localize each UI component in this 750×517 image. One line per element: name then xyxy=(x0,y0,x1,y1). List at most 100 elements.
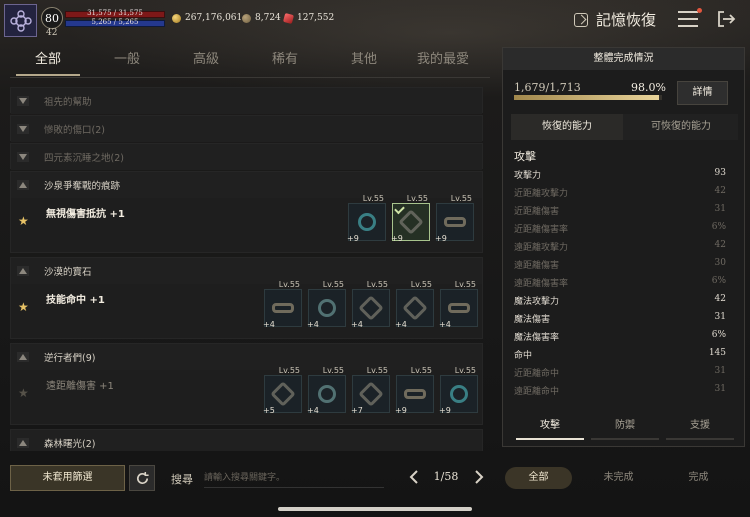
progress-percent: 98.0% xyxy=(631,81,666,94)
item-slot[interactable]: Lv.55 +9 xyxy=(347,194,386,243)
item-slot[interactable]: Lv.55 +7 xyxy=(351,366,390,415)
stat-row: 近距離命中 31 xyxy=(514,366,726,379)
item-slot[interactable]: Lv.55 +4 xyxy=(395,280,434,329)
stat-row: 近距離傷害率 6% xyxy=(514,222,726,235)
progress-count: 1,679/1,713 xyxy=(514,81,581,94)
chevron-down-icon[interactable] xyxy=(17,124,29,134)
stat-type-tabs: 攻擊 防禦 支援 xyxy=(514,418,737,440)
chevron-up-icon[interactable] xyxy=(17,266,29,276)
weapon-item-icon xyxy=(402,295,428,321)
belt-item-icon xyxy=(358,295,384,321)
gold-currency: 267,176,061 xyxy=(172,13,242,23)
group-row[interactable]: 森林曙光(2) xyxy=(10,429,483,451)
favorite-star-icon[interactable]: ★ xyxy=(18,215,30,227)
group-row[interactable]: 慘敗的傷口(2) xyxy=(10,115,483,142)
tab-restored-abilities[interactable]: 恢復的能力 xyxy=(511,114,623,140)
stat-category: 攻擊 xyxy=(514,150,536,163)
item-slot[interactable]: Lv.55 +9 xyxy=(439,366,478,415)
item-slot[interactable]: Lv.55 +4 xyxy=(307,280,346,329)
page-title: 記憶恢復 xyxy=(574,9,656,30)
silver-coin-icon xyxy=(242,13,251,23)
gem-currency: 127,552 xyxy=(282,12,335,24)
group-name: 沙泉爭奪戰的痕跡 xyxy=(44,181,121,192)
gold-coin-icon xyxy=(172,13,181,23)
player-sublevel: 42 xyxy=(46,28,58,38)
details-button[interactable]: 詳情 xyxy=(677,81,728,105)
tab-favorites[interactable]: 我的最愛 xyxy=(405,48,481,78)
notification-dot xyxy=(697,8,702,13)
stat-row: 近距離攻擊力 42 xyxy=(514,186,726,199)
group-name: 森林曙光(2) xyxy=(44,439,96,450)
tab-other[interactable]: 其他 xyxy=(326,48,402,78)
chevron-right-icon[interactable] xyxy=(471,469,485,485)
player-level: 80 xyxy=(41,7,63,29)
group-name: 慘敗的傷口(2) xyxy=(44,125,105,136)
group-row[interactable]: 四元素沉睡之地(2) xyxy=(10,143,483,170)
ring-item-icon xyxy=(358,213,376,231)
group-name: 沙漠的寶石 xyxy=(44,267,92,278)
hp-text: 31,575 / 31,575 xyxy=(87,9,143,17)
mp-text: 5,265 / 5,265 xyxy=(91,18,139,26)
item-slot[interactable]: Lv.55 +4 xyxy=(263,280,302,329)
item-slot[interactable]: Lv.55 +9 xyxy=(435,194,474,243)
item-slot[interactable]: Lv.55 +9 xyxy=(395,366,434,415)
unused-filter-button[interactable]: 未套用篩選 xyxy=(10,465,125,491)
item-slot[interactable]: Lv.55 +5 xyxy=(263,366,302,415)
group-stat: 遠距離傷害 +1 xyxy=(46,381,114,392)
item-slot[interactable]: Lv.55 +4 xyxy=(439,280,478,329)
group-panel[interactable]: 沙泉爭奪戰的痕跡 ★ 無視傷害抵抗 +1 Lv.55 +9 Lv.55 +9 Lv.… xyxy=(10,171,483,253)
tab-support[interactable]: 支援 xyxy=(664,418,736,440)
filter-all[interactable]: 全部 xyxy=(505,467,572,489)
silver-currency: 8,724 xyxy=(242,13,281,23)
tab-rare[interactable]: 稀有 xyxy=(247,48,323,78)
group-name: 祖先的幫助 xyxy=(44,97,92,108)
stat-row: 魔法攻擊力 42 xyxy=(514,294,726,307)
guild-emblem-icon[interactable] xyxy=(4,4,37,37)
favorite-star-icon[interactable]: ★ xyxy=(18,387,30,399)
collection-list[interactable]: 祖先的幫助 慘敗的傷口(2) 四元素沉睡之地(2) 沙泉爭奪戰的痕跡 ★ 無視傷… xyxy=(10,85,483,451)
chevron-up-icon[interactable] xyxy=(17,438,29,448)
tab-defense[interactable]: 防禦 xyxy=(589,418,661,440)
armor-item-icon xyxy=(358,381,384,407)
item-slot[interactable]: Lv.55 +4 xyxy=(307,366,346,415)
mp-bar: 5,265 / 5,265 xyxy=(65,18,165,27)
group-name: 逆行者們(9) xyxy=(44,353,96,364)
weapon-item-icon xyxy=(404,389,426,399)
exit-icon[interactable] xyxy=(715,9,737,29)
tab-all[interactable]: 全部 xyxy=(10,48,86,78)
group-panel[interactable]: 沙漠的寶石 ★ 技能命中 +1 Lv.55 +4 Lv.55 +4 Lv.55 +4 … xyxy=(10,257,483,339)
filter-complete[interactable]: 完成 xyxy=(665,467,732,489)
item-slot[interactable]: Lv.55 +9 xyxy=(391,194,430,243)
bracer-item-icon xyxy=(448,303,470,313)
hp-bar: 31,575 / 31,575 xyxy=(65,9,165,18)
chevron-up-icon[interactable] xyxy=(17,180,29,190)
refresh-icon[interactable] xyxy=(129,465,155,491)
group-row[interactable]: 祖先的幫助 xyxy=(10,87,483,114)
page-indicator: 1/58 xyxy=(433,470,459,483)
silver-amount: 8,724 xyxy=(255,13,281,23)
gem-amount: 127,552 xyxy=(297,13,335,23)
filter-incomplete[interactable]: 未完成 xyxy=(585,467,652,489)
group-panel[interactable]: 逆行者們(9) ★ 遠距離傷害 +1 Lv.55 +5 Lv.55 +4 Lv.55… xyxy=(10,343,483,425)
item-slot[interactable]: Lv.55 +4 xyxy=(351,280,390,329)
red-gem-icon xyxy=(282,12,295,24)
tab-normal[interactable]: 一般 xyxy=(89,48,165,78)
stat-row: 攻擊力 93 xyxy=(514,168,726,181)
panel-title: 整體完成情況 xyxy=(503,48,744,70)
bracer-item-icon xyxy=(444,217,466,227)
chevron-down-icon[interactable] xyxy=(17,96,29,106)
external-link-icon[interactable] xyxy=(574,12,588,27)
stat-row: 魔法傷害 31 xyxy=(514,312,726,325)
tab-advanced[interactable]: 高級 xyxy=(168,48,244,78)
chevron-up-icon[interactable] xyxy=(17,352,29,362)
chevron-left-icon[interactable] xyxy=(408,469,422,485)
tab-restorable-abilities[interactable]: 可恢復的能力 xyxy=(625,114,737,140)
progress-fill xyxy=(514,95,660,100)
menu-icon[interactable] xyxy=(678,8,702,27)
favorite-star-icon[interactable]: ★ xyxy=(18,301,30,313)
ring-item-icon xyxy=(318,299,336,317)
tab-attack[interactable]: 攻擊 xyxy=(514,418,586,440)
group-stat: 無視傷害抵抗 +1 xyxy=(46,209,125,220)
chevron-down-icon[interactable] xyxy=(17,152,29,162)
search-input[interactable] xyxy=(204,468,384,488)
